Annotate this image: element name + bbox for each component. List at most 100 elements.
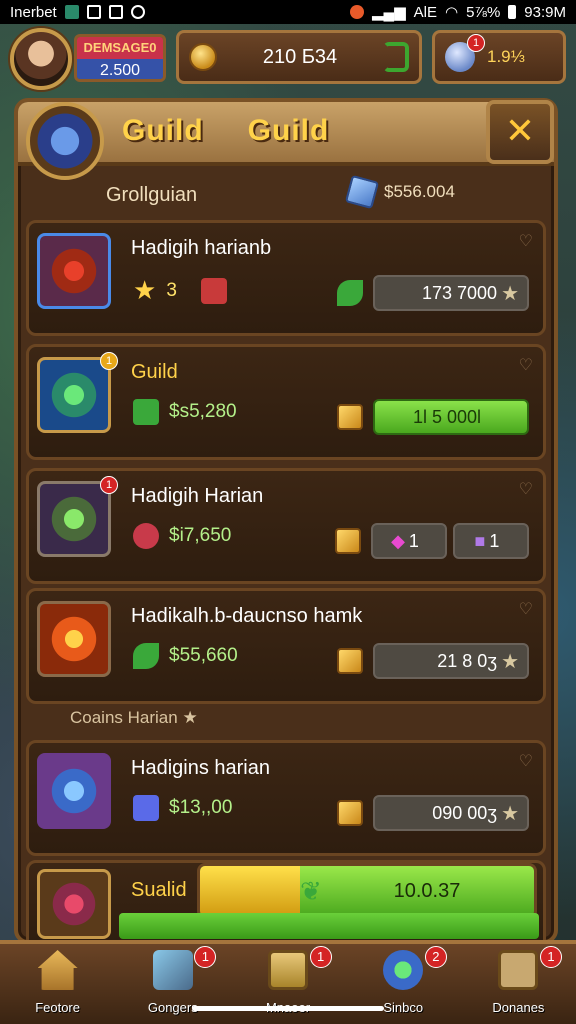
row-title: Sualid	[131, 879, 187, 901]
nav-item-gongers[interactable]: 1 Gongers	[115, 944, 230, 1024]
favorite-icon[interactable]: ♡	[519, 231, 533, 251]
section-label: Coains Harian ★	[70, 708, 198, 727]
gold-cube-icon	[337, 800, 363, 826]
row-action: 090 00ʒ ★	[337, 795, 529, 831]
guild-row[interactable]: 1 Guild $ѕ5,280 1Ɩ 5 000Ɩ ♡	[26, 344, 546, 460]
nav-label: Feotore	[35, 1000, 80, 1015]
progress-bar[interactable]: ❦ 10.0.37	[197, 863, 537, 919]
star-icon: ★	[501, 802, 519, 825]
nav-item-mnaoer[interactable]: 1 Mnaoer	[230, 944, 345, 1024]
guild-progress-row[interactable]: Sualid ❦ 10.0.37	[26, 860, 546, 944]
row-action: ◆ 1 ■ 1	[335, 523, 529, 559]
nav-badge: 1	[540, 946, 563, 968]
nav-item-donanes[interactable]: 1 Donanes	[461, 944, 576, 1024]
row-stat: $13,,00	[133, 795, 232, 821]
ruby-amulet-icon	[37, 869, 111, 939]
row-stat-value: $ѕ5,280	[169, 401, 237, 422]
guild-row[interactable]: Hadigih harianb ★ 3 173 7000 ★ ♡	[26, 220, 546, 336]
row-title: Guild	[131, 361, 178, 383]
gem-currency-bar[interactable]: 1 1.9⅓	[432, 30, 566, 84]
row-value-left: 1	[408, 530, 419, 551]
sapphire-crest-icon	[37, 753, 111, 829]
favorite-icon[interactable]: ♡	[519, 599, 533, 619]
flame-relic-icon	[37, 601, 111, 677]
gallery-notification-icon	[86, 5, 101, 19]
signal-icon: ▂▄▆	[371, 4, 406, 21]
gem-amount: 1.9⅓	[487, 47, 525, 66]
row-value: 173 7000	[421, 282, 498, 303]
favorite-icon[interactable]: ♡	[519, 751, 533, 771]
row-value-button[interactable]: 21 8 0ʒ ★	[373, 643, 529, 679]
bottom-navigation: Feotore 1 Gongers 1 Mnaoer 2 Sinbco 1 Do…	[0, 940, 576, 1024]
nav-badge: 2	[424, 946, 447, 968]
gem-notification-badge: 1	[467, 34, 485, 52]
emerald-shield-icon: 1	[37, 352, 118, 433]
treasury-value: $556.004	[384, 182, 455, 201]
game-notification-icon	[349, 5, 364, 19]
guild-panel: Guild Guild ✕ Grollguian $556.004 Hadigih…	[14, 98, 558, 944]
row-stat: $ѕ5,280	[133, 399, 237, 425]
row-title: Hadigih Harian	[131, 485, 264, 507]
gold-badge-icon	[335, 528, 361, 554]
guild-treasury: $556.004	[344, 174, 455, 210]
player-name: DEMSAGE0	[77, 37, 163, 59]
blue-gem-icon	[133, 795, 159, 821]
row-value-right-button[interactable]: ■ 1	[453, 523, 529, 559]
leaf-icon	[337, 280, 363, 306]
star-count: 3	[166, 279, 177, 301]
row-stat: ★ 3	[133, 275, 227, 306]
row-action: 173 7000 ★	[337, 275, 529, 311]
gold-cube-icon	[337, 648, 363, 674]
dice-icon	[498, 950, 539, 990]
favorite-icon[interactable]: ♡	[519, 479, 533, 499]
guild-row[interactable]: 1 Hadigih Harian $i7,650 ◆ 1 ■ 1 ♡	[26, 468, 546, 584]
star-icon: ★	[133, 275, 157, 305]
row-value: 21 8 0ʒ	[437, 650, 498, 671]
progress-value: 10.0.37	[393, 880, 461, 902]
guild-row[interactable]: Hadikalh.b-daucnso hamk $55,660 21 8 0ʒ ★…	[26, 588, 546, 704]
gold-currency-bar[interactable]: 210 Ƃ34	[176, 30, 422, 84]
green-gem-icon	[133, 399, 159, 425]
gear-emblem-icon	[383, 950, 424, 990]
ruby-icon	[200, 277, 227, 304]
nav-item-sinbco[interactable]: 2 Sinbco	[346, 944, 461, 1024]
guild-row[interactable]: Hadigins harian $13,,00 090 00ʒ ★ ♡	[26, 740, 546, 856]
carrier-label: Inerbet	[10, 3, 57, 21]
home-indicator[interactable]	[192, 1006, 384, 1011]
player-avatar[interactable]	[10, 28, 72, 90]
nav-label: Sinbco	[383, 1000, 424, 1015]
row-stat-value: $13,,00	[169, 797, 233, 818]
gold-coin-icon	[189, 43, 217, 71]
row-action: 1Ɩ 5 000Ɩ	[337, 399, 529, 435]
player-info[interactable]: DEMSAGE0 2.500	[74, 34, 166, 82]
crystal-frame-icon: 1	[37, 476, 118, 557]
close-button[interactable]: ✕	[486, 100, 554, 164]
star-icon: ★	[501, 650, 519, 673]
gold-cube-icon	[337, 404, 363, 430]
row-action: 21 8 0ʒ ★	[337, 643, 529, 679]
row-title: Hadigih harianb	[131, 237, 272, 259]
favorite-icon[interactable]: ♡	[519, 355, 533, 375]
row-stat-value: $i7,650	[169, 525, 232, 546]
fire-amulet-icon	[37, 233, 111, 309]
nav-badge: 1	[309, 946, 332, 968]
row-stat-value: $55,660	[169, 645, 238, 666]
nav-item-feotore[interactable]: Feotore	[0, 944, 115, 1024]
player-level: 2.500	[77, 59, 163, 79]
gold-amount: 210 Ƃ34	[262, 45, 338, 68]
add-gold-icon[interactable]	[383, 42, 409, 72]
nav-badge: 1	[194, 946, 217, 968]
row-value-button[interactable]: 090 00ʒ ★	[373, 795, 529, 831]
panel-title: Guild Guild	[122, 114, 373, 148]
row-value-button[interactable]: 173 7000 ★	[373, 275, 529, 311]
nav-label: Donanes	[492, 1000, 545, 1015]
row-value-button[interactable]: 1Ɩ 5 000Ɩ	[373, 399, 529, 435]
row-value: 090 00ʒ	[432, 802, 498, 823]
row-value-left-button[interactable]: ◆ 1	[371, 523, 447, 559]
battery-label: 5⅞%	[466, 3, 501, 21]
network-label: AlE	[413, 3, 437, 21]
guild-emblem-icon	[26, 102, 104, 180]
row-title: Hadikalh.b-daucnso hamk	[131, 605, 363, 627]
guild-hall-icon	[268, 950, 308, 990]
app-notification-icon	[64, 5, 79, 19]
